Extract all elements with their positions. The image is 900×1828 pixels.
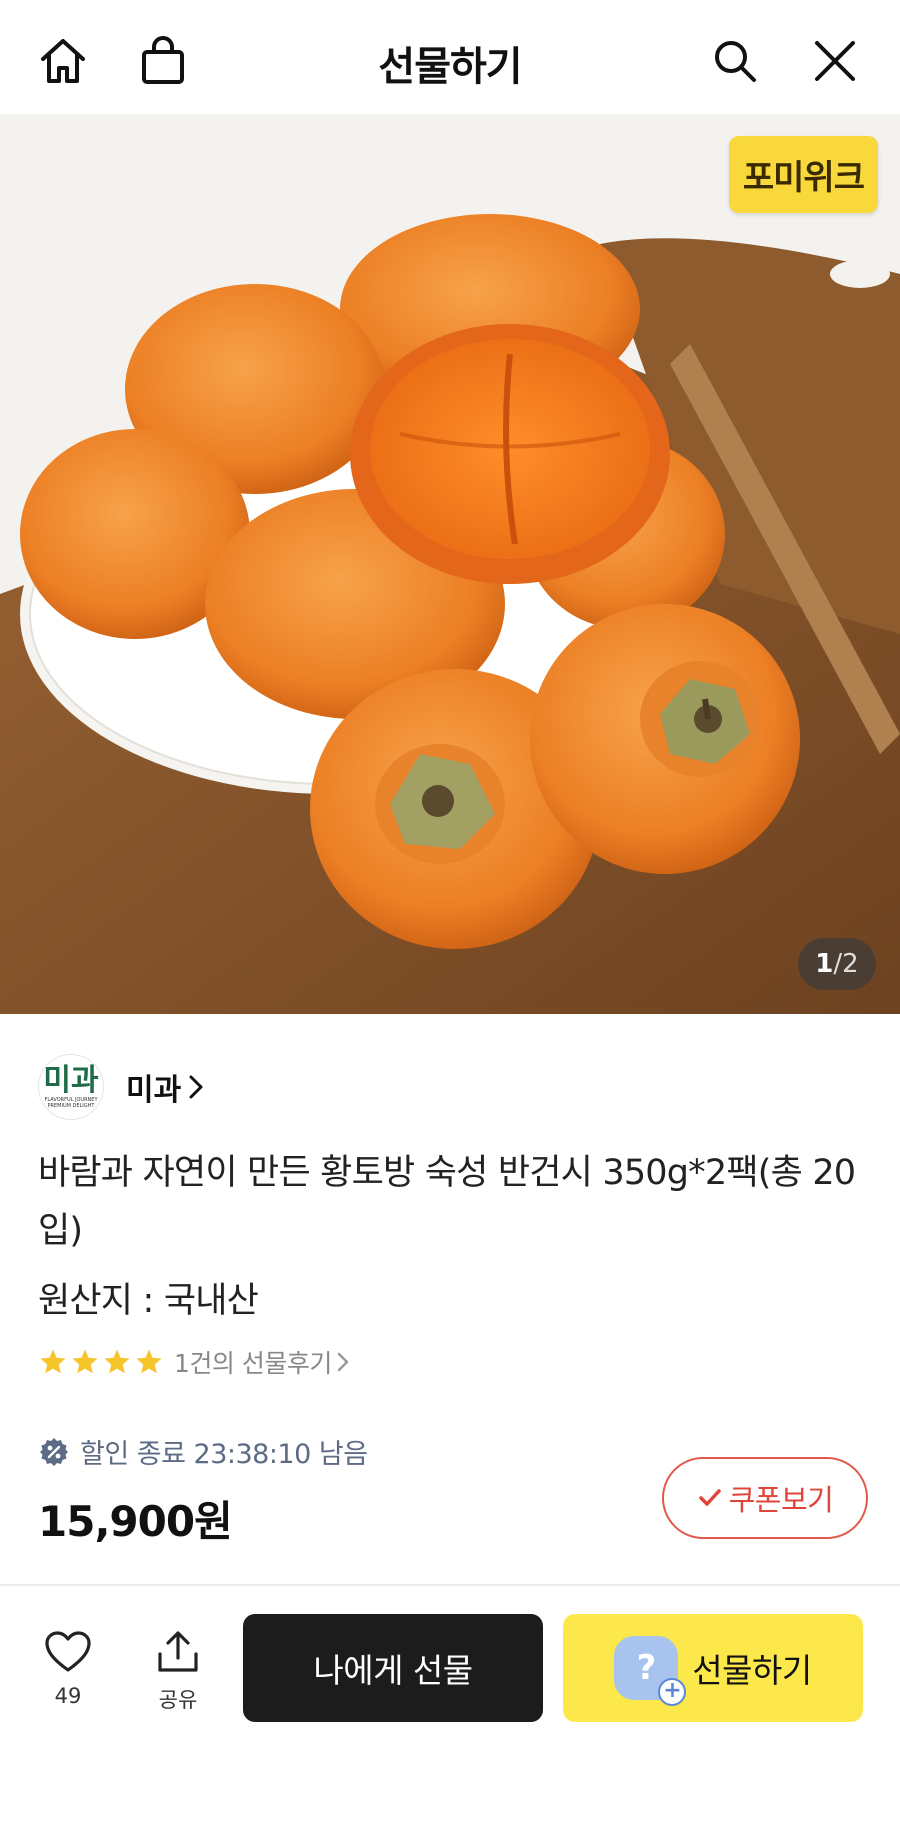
send-gift-label: 선물하기 bbox=[692, 1651, 812, 1690]
review-link[interactable]: 1건의 선물후기 bbox=[38, 1344, 350, 1380]
review-count: 1건의 선물후기 bbox=[174, 1349, 332, 1378]
image-page-indicator: 1/2 bbox=[798, 938, 876, 990]
page-current: 1 bbox=[815, 949, 834, 979]
product-price: 15,900원 bbox=[38, 1497, 233, 1546]
wish-button[interactable]: 49 bbox=[33, 1630, 103, 1708]
star-icon bbox=[40, 1349, 66, 1374]
discount-badge-icon bbox=[40, 1437, 68, 1466]
brand-badge: 포미위크 bbox=[728, 136, 878, 213]
top-header: 선물하기 bbox=[0, 0, 900, 114]
sale-countdown: 할인 종료 23:38:10 남음 bbox=[38, 1432, 368, 1471]
gift-to-self-button[interactable]: 나에게 선물 bbox=[243, 1614, 543, 1722]
search-icon[interactable] bbox=[706, 32, 764, 90]
rating-stars bbox=[38, 1347, 164, 1377]
seller-logo: 미과 FLAVORFUL JOURNEY PREMIUM DELIGHT bbox=[38, 1054, 104, 1120]
seller-logo-tagline: FLAVORFUL JOURNEY PREMIUM DELIGHT bbox=[44, 1097, 98, 1109]
coupon-label: 쿠폰보기 bbox=[728, 1483, 834, 1517]
close-icon[interactable] bbox=[806, 32, 864, 90]
bottom-action-bar: 49 공유 나에게 선물 ? + 선물하기 bbox=[0, 1586, 900, 1828]
share-button[interactable]: 공유 bbox=[143, 1630, 213, 1714]
seller-link[interactable]: 미과 FLAVORFUL JOURNEY PREMIUM DELIGHT 미과 bbox=[38, 1054, 205, 1120]
sale-end-text: 할인 종료 23:38:10 남음 bbox=[80, 1439, 368, 1470]
heart-icon bbox=[45, 1631, 91, 1672]
view-coupon-button[interactable]: 쿠폰보기 bbox=[662, 1457, 868, 1539]
share-icon bbox=[158, 1631, 198, 1672]
page-title: 선물하기 bbox=[378, 44, 522, 90]
recipient-avatar-icon: ? + bbox=[614, 1636, 687, 1706]
star-icon bbox=[104, 1349, 130, 1374]
star-icon bbox=[136, 1349, 162, 1374]
product-title: 바람과 자연이 만든 황토방 숙성 반건시 350g*2팩(총 20입) bbox=[38, 1153, 856, 1251]
share-label: 공유 bbox=[158, 1688, 198, 1712]
page-total: /2 bbox=[833, 949, 859, 979]
send-gift-button[interactable]: ? + 선물하기 bbox=[563, 1614, 863, 1722]
gift-to-self-label: 나에게 선물 bbox=[313, 1651, 473, 1690]
wish-count: 49 bbox=[54, 1684, 82, 1708]
product-origin: 원산지 : 국내산 bbox=[38, 1281, 259, 1321]
star-icon bbox=[72, 1349, 98, 1374]
plus-icon: + bbox=[658, 1678, 687, 1706]
chevron-right-icon bbox=[187, 1073, 205, 1101]
seller-name: 미과 bbox=[126, 1073, 182, 1108]
check-icon bbox=[698, 1489, 721, 1506]
seller-logo-mark: 미과 bbox=[43, 1063, 99, 1098]
product-image-carousel[interactable]: 포미위크 1/2 bbox=[0, 114, 900, 1014]
product-photo bbox=[0, 114, 900, 1014]
chevron-right-icon bbox=[336, 1351, 350, 1373]
recipient-avatar-mark: ? bbox=[636, 1648, 657, 1688]
